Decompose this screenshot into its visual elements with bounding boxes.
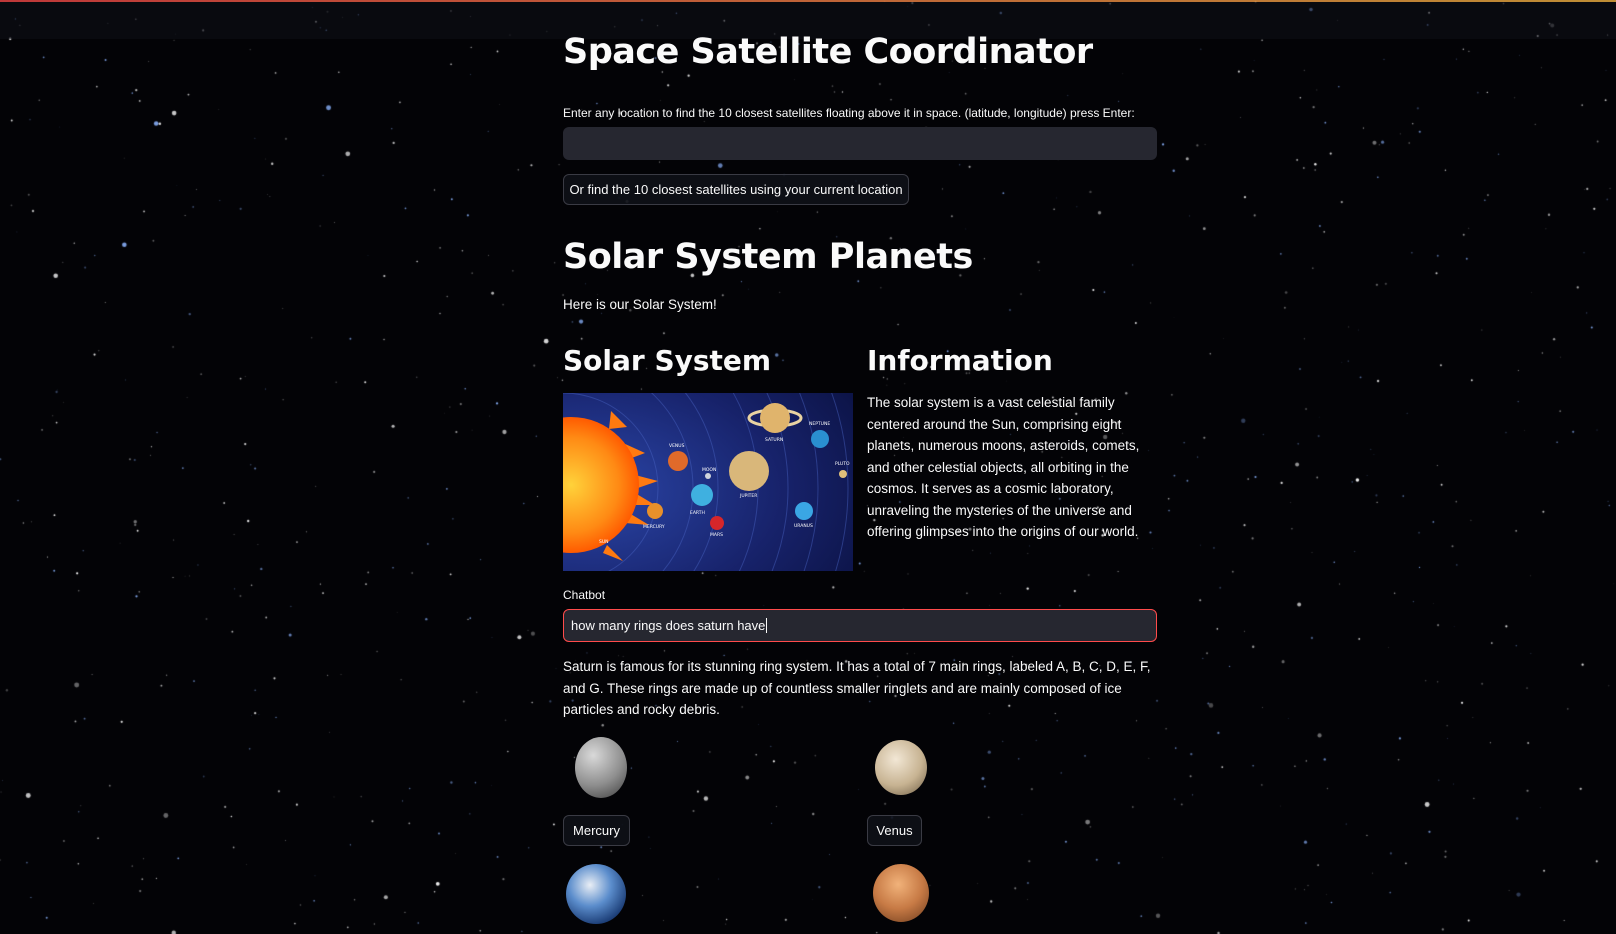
svg-text:EARTH: EARTH bbox=[690, 510, 705, 516]
chatbot-input[interactable]: how many rings does saturn have bbox=[563, 609, 1157, 642]
text-cursor bbox=[766, 618, 768, 633]
svg-text:MERCURY: MERCURY bbox=[643, 524, 665, 530]
planet-button-mercury[interactable]: Mercury bbox=[563, 815, 630, 846]
svg-text:SUN: SUN bbox=[599, 539, 609, 545]
information-heading: Information bbox=[867, 344, 1053, 377]
current-location-button[interactable]: Or find the 10 closest satellites using … bbox=[563, 174, 909, 205]
mercury-image bbox=[575, 737, 627, 798]
saturn-icon bbox=[760, 403, 790, 433]
earth-image bbox=[566, 864, 626, 924]
solar-system-image: SUN MERCURY VENUS MOON EARTH MARS JUPITE… bbox=[563, 393, 853, 571]
chatbot-label: Chatbot bbox=[563, 588, 606, 602]
location-input-label: Enter any location to find the 10 closes… bbox=[563, 106, 1135, 120]
svg-text:VENUS: VENUS bbox=[669, 443, 685, 449]
svg-text:URANUS: URANUS bbox=[794, 523, 813, 529]
information-text: The solar system is a vast celestial fam… bbox=[867, 395, 1140, 539]
uranus-icon bbox=[795, 502, 813, 520]
section-intro: Here is our Solar System! bbox=[563, 297, 717, 312]
svg-text:MOON: MOON bbox=[702, 467, 716, 473]
mars-icon bbox=[710, 516, 724, 530]
page-title: Space Satellite Coordinator bbox=[563, 32, 1093, 72]
mercury-icon bbox=[647, 503, 663, 519]
location-input[interactable] bbox=[563, 127, 1157, 160]
venus-image bbox=[875, 740, 927, 795]
planet-button-venus[interactable]: Venus bbox=[867, 815, 922, 846]
svg-text:NEPTUNE: NEPTUNE bbox=[809, 421, 830, 427]
svg-text:JUPITER: JUPITER bbox=[739, 493, 757, 499]
section-title: Solar System Planets bbox=[563, 237, 973, 277]
neptune-icon bbox=[811, 430, 829, 448]
svg-text:PLUTO: PLUTO bbox=[835, 461, 850, 467]
svg-text:MARS: MARS bbox=[710, 532, 723, 538]
earth-icon bbox=[691, 484, 713, 506]
chatbot-response: Saturn is famous for its stunning ring s… bbox=[563, 659, 1151, 717]
jupiter-icon bbox=[729, 451, 769, 491]
venus-icon bbox=[668, 451, 688, 471]
chatbot-input-text: how many rings does saturn have bbox=[571, 618, 766, 633]
mars-image bbox=[873, 864, 929, 922]
pluto-icon bbox=[839, 470, 847, 478]
solar-system-heading: Solar System bbox=[563, 344, 772, 377]
svg-text:SATURN: SATURN bbox=[765, 437, 783, 443]
